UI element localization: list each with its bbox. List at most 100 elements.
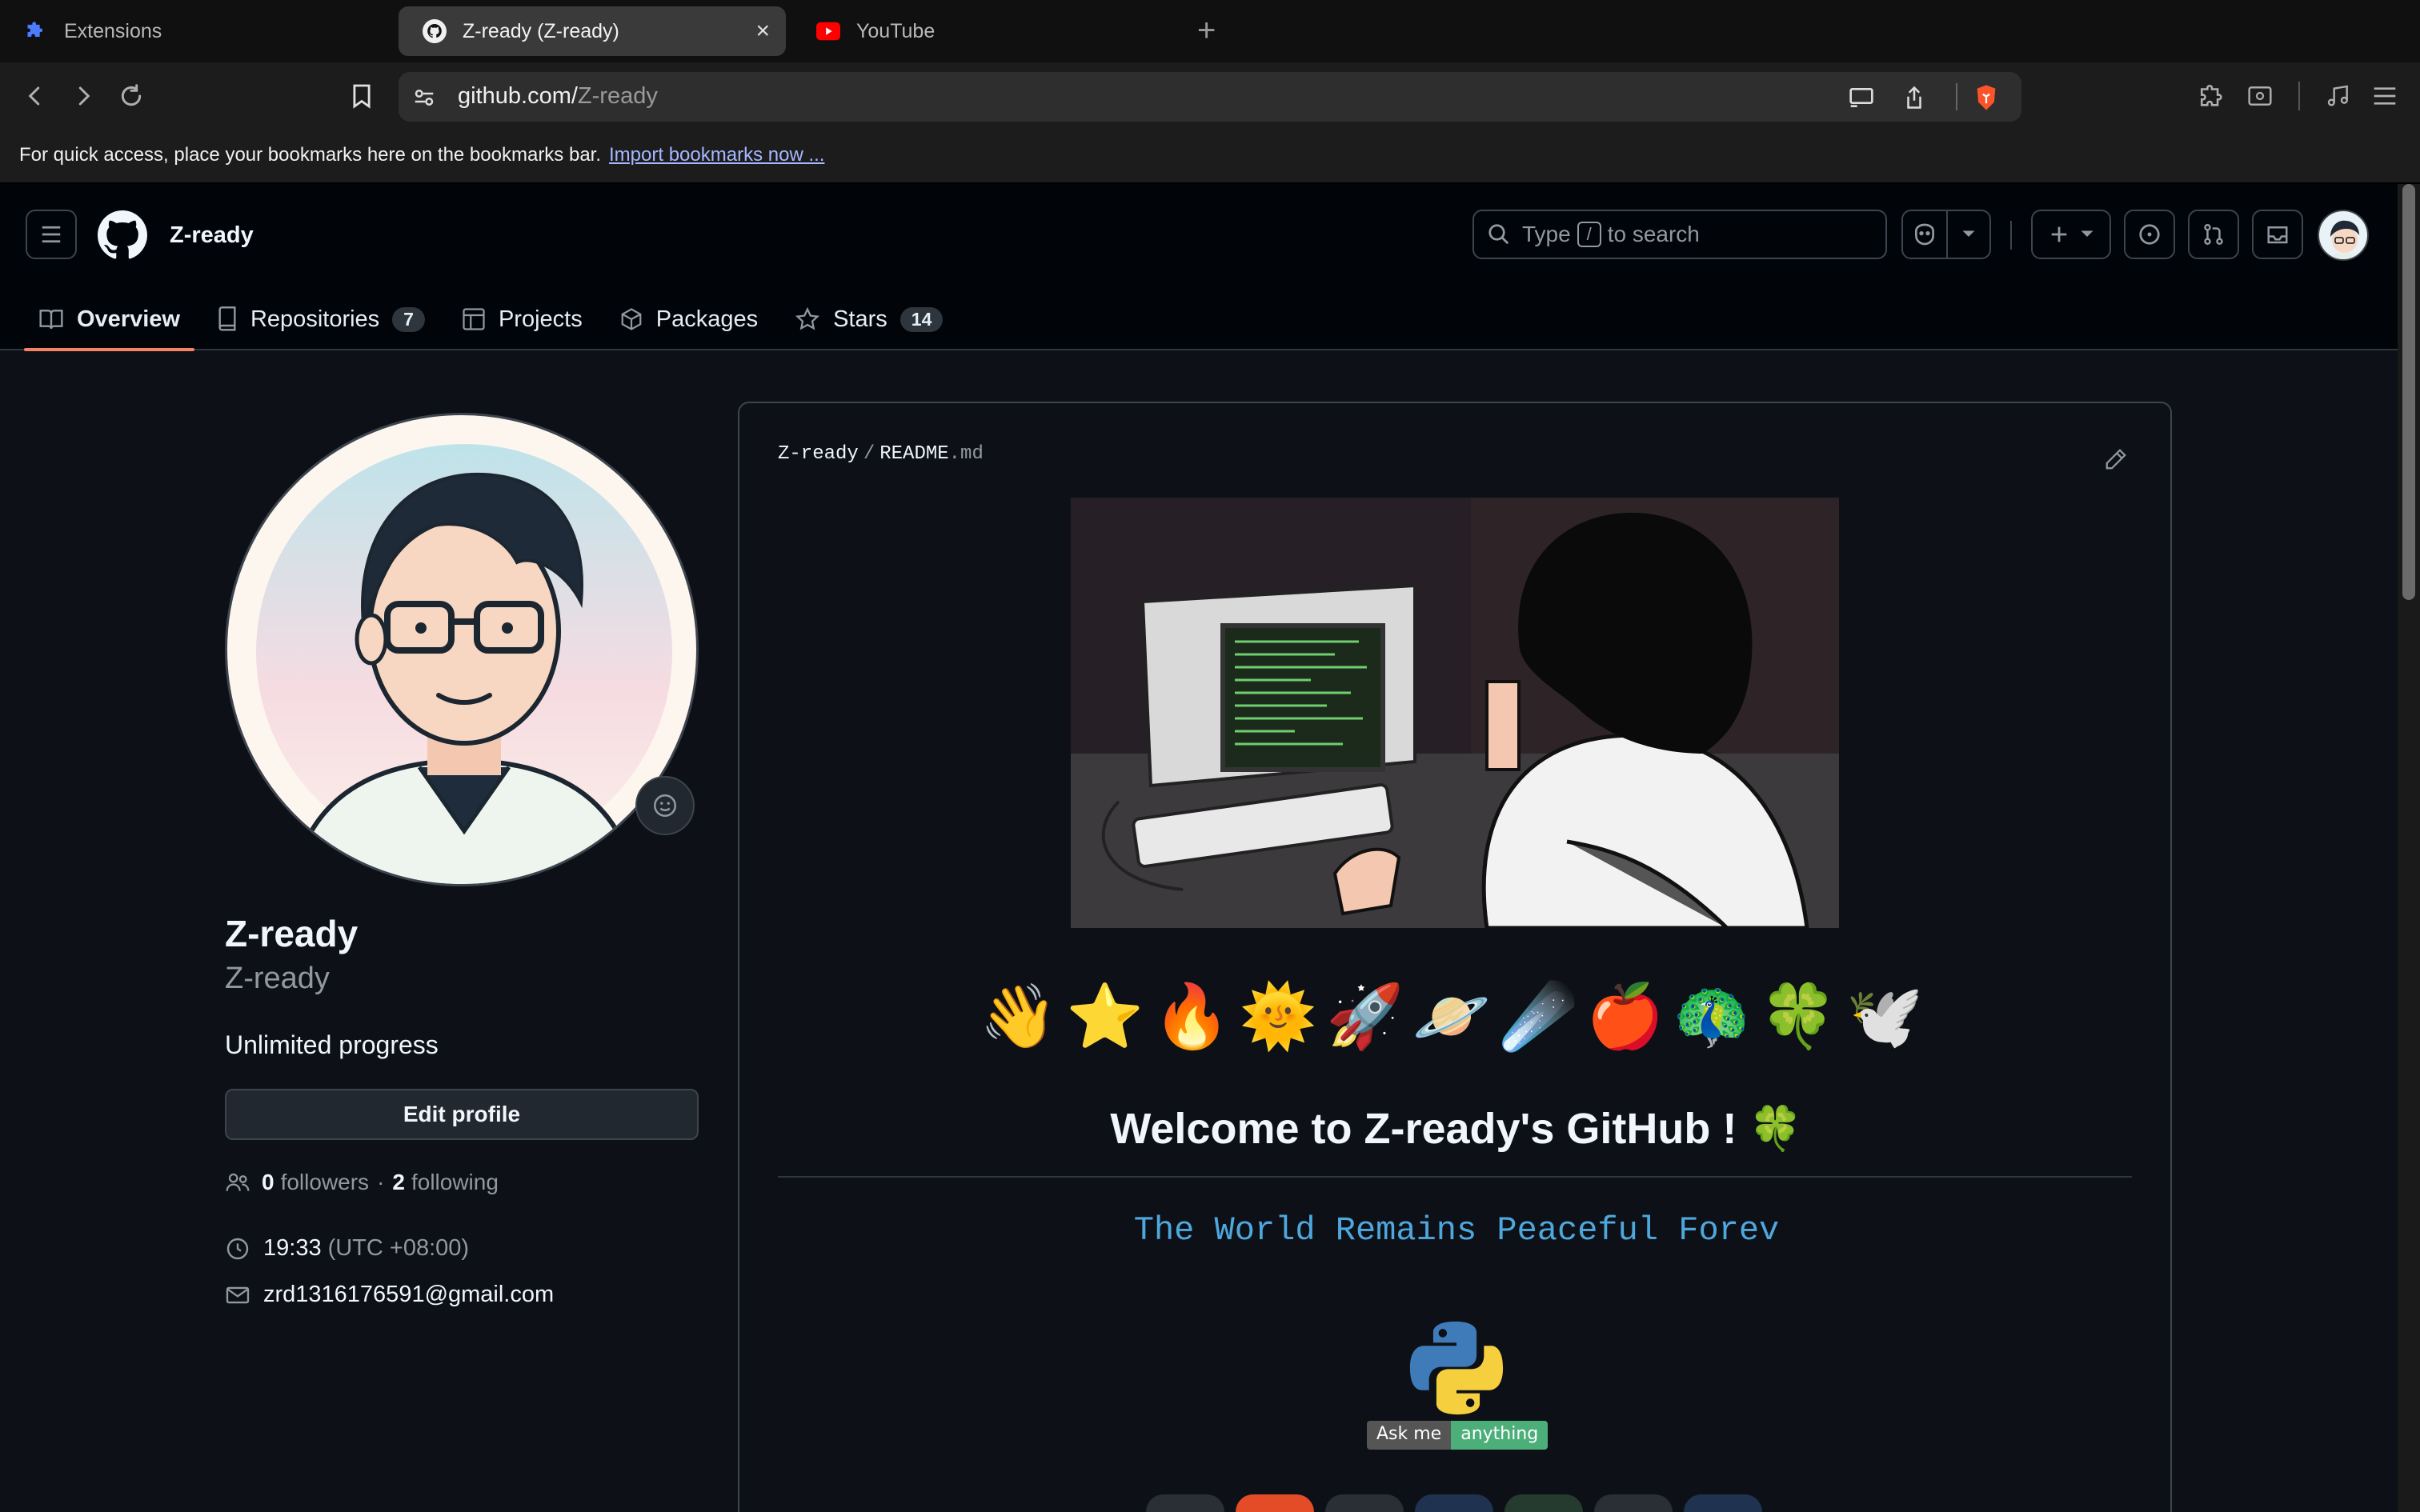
repo-icon [217, 306, 250, 332]
ask-me-anything-badge[interactable]: Ask me anything [1367, 1421, 1549, 1450]
repositories-count: 7 [392, 306, 425, 332]
back-arrow-icon[interactable] [16, 77, 54, 115]
chevron-down-icon [2080, 230, 2094, 239]
mail-icon [225, 1285, 263, 1306]
page-scrollbar[interactable] [2398, 184, 2420, 1512]
pull-requests-icon[interactable] [2188, 210, 2239, 259]
emoji-waving-hand: 👋 [980, 981, 1058, 1053]
readme-owner-link[interactable]: Z-ready [778, 443, 859, 465]
tab-youtube[interactable]: YouTube [792, 6, 1184, 56]
python-tech-icon [1684, 1494, 1762, 1512]
issues-icon[interactable] [2124, 210, 2175, 259]
context-username[interactable]: Z-ready [170, 222, 254, 249]
profile-avatar[interactable] [225, 413, 699, 886]
new-tab-plus-icon[interactable]: + [1197, 13, 1216, 49]
divider [1956, 83, 1957, 110]
edit-profile-button[interactable]: Edit profile [225, 1089, 699, 1140]
site-settings-icon[interactable] [408, 82, 440, 114]
people-icon [225, 1171, 250, 1194]
import-bookmarks-link[interactable]: Import bookmarks now ... [609, 144, 824, 166]
tab-packages[interactable]: Packages [605, 288, 772, 350]
copilot-button[interactable] [1901, 210, 1991, 259]
tool-tech-icon [1594, 1494, 1673, 1512]
forward-arrow-icon[interactable] [64, 77, 102, 115]
coding-illustration [1071, 498, 1839, 928]
tab-github-profile[interactable]: Z-ready (Z-ready) × [399, 6, 786, 56]
puzzle-icon [24, 19, 48, 43]
tab-overview[interactable]: Overview [24, 288, 194, 351]
git-tech-icon [1236, 1494, 1314, 1512]
emoji-row: 👋 ⭐ 🔥 🌞 🚀 🪐 ☄️ 🍎 🦚 🍀 🕊️ [980, 981, 1924, 1054]
github-tech-icon [1146, 1494, 1224, 1512]
table-icon [462, 307, 499, 331]
share-icon[interactable] [1898, 82, 1930, 114]
emoji-sun: 🌞 [1239, 981, 1317, 1053]
profile-email[interactable]: zrd1316176591@gmail.com [225, 1282, 554, 1308]
chevron-down-icon[interactable] [1948, 230, 1989, 239]
address-bar[interactable]: github.com/Z-ready [399, 72, 2021, 122]
emoji-rocket: 🚀 [1326, 981, 1404, 1053]
wallet-icon[interactable] [2241, 77, 2279, 115]
tech-icons-row [1146, 1494, 1773, 1512]
pencil-icon[interactable] [2100, 443, 2132, 475]
hamburger-menu-icon[interactable] [26, 210, 77, 259]
bookmark-icon[interactable] [343, 77, 381, 115]
stars-count: 14 [899, 306, 944, 332]
scrollbar-thumb[interactable] [2402, 184, 2415, 600]
create-new-button[interactable] [2031, 210, 2111, 259]
tab-projects[interactable]: Projects [447, 288, 597, 350]
divider [778, 1176, 2132, 1178]
profile-readme: Z-ready / README.md 👋 ⭐ 🔥 🌞 🚀 🪐 ☄️ 🍎 🦚 🍀… [738, 402, 2172, 1512]
separator-dot: · [377, 1170, 385, 1194]
tab-label: Z-ready (Z-ready) [463, 19, 619, 42]
extensions-puzzle-icon[interactable] [2193, 77, 2231, 115]
local-time: 19:33 (UTC +08:00) [225, 1235, 469, 1262]
follow-stats: 0 followers · 2 following [225, 1170, 499, 1195]
close-icon[interactable]: × [755, 18, 770, 45]
slash-key-hint: / [1577, 222, 1601, 247]
readme-file-link[interactable]: README [879, 443, 948, 465]
menu-icon[interactable] [2366, 77, 2404, 115]
bookmarks-bar: For quick access, place your bookmarks h… [0, 130, 2420, 184]
github-header: Z-ready Type / to search Overview Reposi… [0, 184, 2398, 351]
tab-repositories[interactable]: Repositories 7 [202, 288, 439, 350]
emoji-dove: 🕊️ [1845, 981, 1924, 1053]
emoji-apple: 🍎 [1585, 981, 1665, 1053]
search-input[interactable]: Type / to search [1472, 210, 1887, 259]
python-logo-icon [1404, 1315, 1509, 1421]
plus-icon [2048, 223, 2070, 246]
star-icon [795, 307, 833, 331]
bookmarks-hint: For quick access, place your bookmarks h… [19, 144, 825, 166]
emoji-fire: 🔥 [1152, 981, 1231, 1053]
profile-name: Z-ready [225, 913, 359, 954]
media-music-icon[interactable] [2319, 77, 2358, 115]
brave-shield-icon[interactable] [1970, 82, 2002, 114]
cast-icon[interactable] [1845, 82, 1877, 114]
readme-heading: Welcome to Z-ready's GitHub ! 🍀 [1110, 1105, 1803, 1153]
tab-stars[interactable]: Stars 14 [780, 288, 957, 350]
user-avatar-small[interactable] [2318, 210, 2369, 261]
inbox-icon[interactable] [2252, 210, 2303, 259]
package-icon [619, 307, 656, 331]
followers-link[interactable]: 0 followers [262, 1170, 369, 1195]
vue-tech-icon [1504, 1494, 1583, 1512]
smiley-icon [651, 792, 679, 819]
browser-toolbar: github.com/Z-ready [0, 62, 2420, 130]
url-text: github.com/Z-ready [458, 83, 658, 109]
reload-icon[interactable] [112, 77, 150, 115]
book-icon [38, 307, 77, 331]
profile-bio: Unlimited progress [225, 1030, 439, 1059]
divider [2010, 221, 2012, 250]
emoji-star: ⭐ [1066, 981, 1144, 1053]
search-icon [1487, 222, 1511, 246]
youtube-icon [816, 19, 840, 43]
browser-tab-bar: Extensions Z-ready (Z-ready) × YouTube + [0, 0, 2420, 62]
github-logo-icon[interactable] [98, 210, 147, 264]
set-status-button[interactable] [635, 776, 695, 835]
emoji-peacock: 🦚 [1673, 981, 1751, 1053]
tab-extensions[interactable]: Extensions [0, 6, 392, 56]
divider [2298, 82, 2300, 110]
clock-icon [225, 1236, 263, 1262]
emoji-clover: 🍀 [1759, 981, 1837, 1053]
following-link[interactable]: 2 following [392, 1170, 499, 1195]
